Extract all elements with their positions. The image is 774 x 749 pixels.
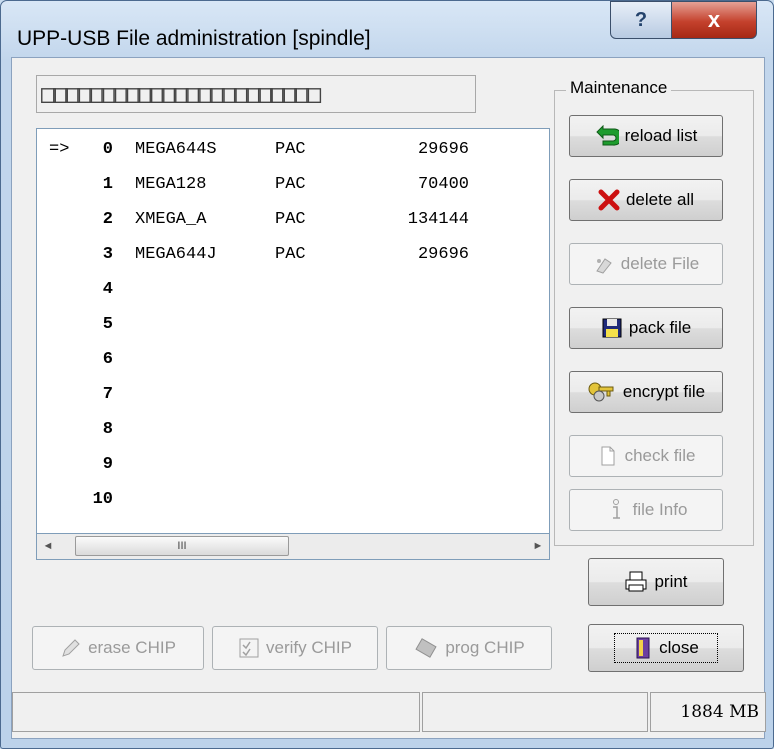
row-index: 2 xyxy=(102,210,113,229)
status-segment-2 xyxy=(422,692,648,732)
file-type: PAC xyxy=(275,175,306,194)
row-index: 7 xyxy=(102,385,113,404)
file-list-row[interactable]: 10 xyxy=(37,483,549,517)
dialog-client: □□□□□□□□□□□□□□□□□□□□□□□ => 0 MEGA644S PAC 29… xyxy=(11,57,766,739)
delete-file-button[interactable]: delete File xyxy=(569,243,723,285)
file-info-button[interactable]: file Info xyxy=(569,489,723,531)
file-size: 29696 xyxy=(417,245,469,264)
red-x-icon xyxy=(598,189,620,211)
checklist-icon xyxy=(238,637,260,659)
chip-icon xyxy=(413,637,439,659)
help-icon: ? xyxy=(634,8,648,31)
keys-icon xyxy=(587,381,617,403)
close-label: close xyxy=(659,638,699,657)
file-list[interactable]: => 0 MEGA644S PAC 29696 1 MEGA128 PAC 70400 2 XMEG… xyxy=(36,128,550,534)
check-file-button[interactable]: check file xyxy=(569,435,723,477)
row-index: 8 xyxy=(102,420,113,439)
file-name-field[interactable]: □□□□□□□□□□□□□□□□□□□□□□□ xyxy=(36,75,476,113)
file-type: PAC xyxy=(275,140,306,159)
file-list-row[interactable]: => 0 MEGA644S PAC 29696 xyxy=(37,133,549,167)
row-index: 10 xyxy=(92,490,113,509)
file-info-label: file Info xyxy=(632,500,688,519)
encrypt-file-button[interactable]: encrypt file xyxy=(569,371,723,413)
info-icon xyxy=(605,498,627,522)
file-list-row[interactable]: 5 xyxy=(37,308,549,342)
maintenance-group-title: Maintenance xyxy=(566,78,672,98)
eraser-icon xyxy=(593,253,615,275)
printer-icon xyxy=(624,571,648,593)
verify-chip-button[interactable]: verify CHIP xyxy=(212,626,378,670)
print-button[interactable]: print xyxy=(588,558,724,606)
file-list-row[interactable]: 9 xyxy=(37,448,549,482)
pack-file-button[interactable]: pack file xyxy=(569,307,723,349)
window-close-button[interactable]: x xyxy=(671,1,757,39)
erase-chip-button[interactable]: erase CHIP xyxy=(32,626,204,670)
erase-chip-label: erase CHIP xyxy=(88,638,176,657)
scroll-thumb[interactable]: III xyxy=(75,536,289,556)
app-window: UPP-USB File administration [spindle] ? … xyxy=(0,0,774,749)
file-list-row[interactable]: 8 xyxy=(37,413,549,447)
row-index: 6 xyxy=(102,350,113,369)
file-list-row[interactable]: 6 xyxy=(37,343,549,377)
file-name: XMEGA_A xyxy=(135,210,207,229)
memory-status: 1884 MB xyxy=(650,692,766,732)
verify-chip-label: verify CHIP xyxy=(266,638,352,657)
row-index: 1 xyxy=(102,175,113,194)
file-size: 29696 xyxy=(417,140,469,159)
close-button[interactable]: close xyxy=(588,624,744,672)
reload-list-button[interactable]: reload list xyxy=(569,115,723,157)
row-index: 9 xyxy=(102,455,113,474)
floppy-disk-icon xyxy=(601,317,623,339)
delete-file-label: delete File xyxy=(620,254,700,273)
reload-arrow-icon xyxy=(595,125,619,147)
row-index: 4 xyxy=(102,280,113,299)
file-size: 70400 xyxy=(417,175,469,194)
file-list-row[interactable]: 3 MEGA644J PAC 29696 xyxy=(37,238,549,272)
check-file-label: check file xyxy=(624,446,696,465)
file-size: 134144 xyxy=(407,210,469,229)
file-name: MEGA128 xyxy=(135,175,207,194)
window-title: UPP-USB File administration [spindle] xyxy=(17,27,371,50)
file-list-row[interactable]: 7 xyxy=(37,378,549,412)
encrypt-file-label: encrypt file xyxy=(622,382,706,401)
file-list-row[interactable]: 2 XMEGA_A PAC 134144 xyxy=(37,203,549,237)
horizontal-scrollbar[interactable]: ◄ III ► xyxy=(36,534,550,560)
status-bar: 1884 MB xyxy=(12,692,766,732)
file-type: PAC xyxy=(275,245,306,264)
close-icon: x xyxy=(707,7,721,32)
status-segment-1 xyxy=(12,692,420,732)
row-index: 0 xyxy=(102,140,113,159)
help-button[interactable]: ? xyxy=(610,1,672,39)
scroll-left-arrow-icon[interactable]: ◄ xyxy=(37,534,59,558)
file-type: PAC xyxy=(275,210,306,229)
door-icon xyxy=(633,636,653,660)
delete-all-button[interactable]: delete all xyxy=(569,179,723,221)
row-index: 5 xyxy=(102,315,113,334)
document-icon xyxy=(597,445,619,467)
file-name: MEGA644J xyxy=(135,245,217,264)
file-list-row[interactable]: 1 MEGA128 PAC 70400 xyxy=(37,168,549,202)
scroll-right-arrow-icon[interactable]: ► xyxy=(527,534,549,558)
prog-chip-label: prog CHIP xyxy=(445,638,525,657)
reload-list-label: reload list xyxy=(624,126,698,145)
prog-chip-button[interactable]: prog CHIP xyxy=(386,626,552,670)
pen-icon xyxy=(60,637,82,659)
file-name: MEGA644S xyxy=(135,140,217,159)
delete-all-label: delete all xyxy=(625,190,695,209)
row-pointer: => xyxy=(49,140,70,159)
row-index: 3 xyxy=(102,245,113,264)
print-label: print xyxy=(654,572,688,591)
file-list-row[interactable]: 4 xyxy=(37,273,549,307)
pack-file-label: pack file xyxy=(628,318,692,337)
